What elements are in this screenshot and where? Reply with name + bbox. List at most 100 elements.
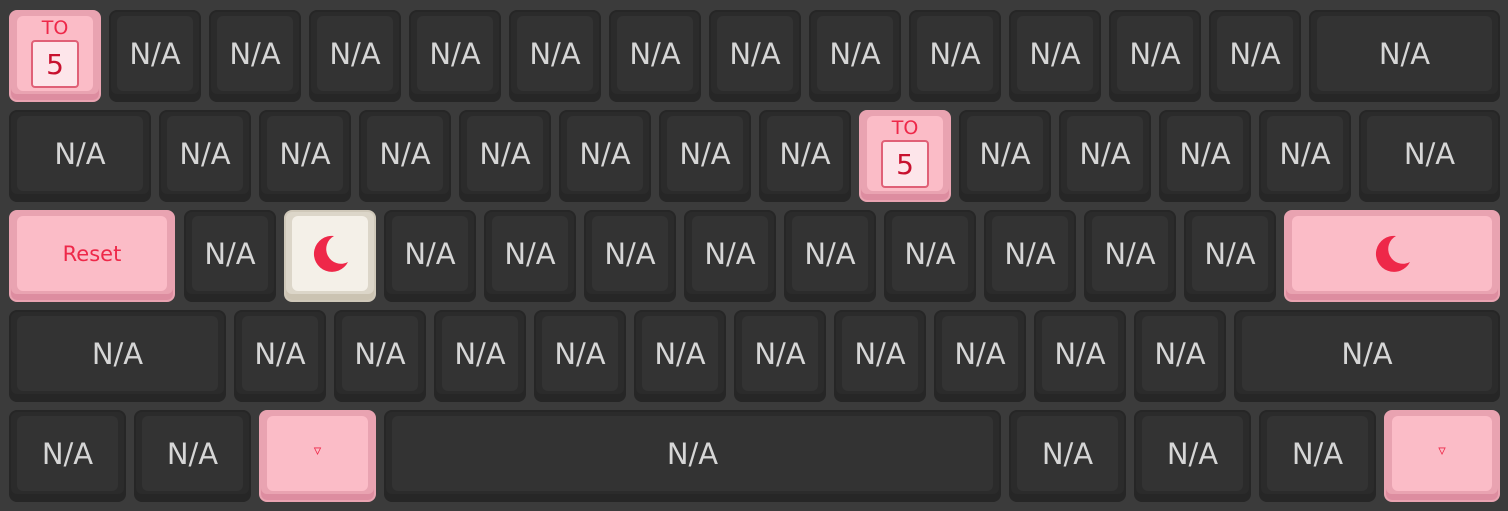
key[interactable]: N/A — [1259, 410, 1376, 502]
key-label: N/A — [229, 36, 281, 71]
key-label: N/A — [804, 236, 856, 271]
keyboard-layout: TO 5 N/A N/A N/A N/A N/A N/A N/A N/A N/A… — [0, 0, 1508, 511]
key-label: N/A — [179, 136, 231, 171]
key[interactable]: N/A — [784, 210, 876, 302]
key[interactable]: N/A — [684, 210, 776, 302]
key-label: N/A — [929, 36, 981, 71]
key[interactable]: N/A — [434, 310, 526, 402]
key-label: N/A — [404, 236, 456, 271]
key[interactable]: N/A — [1109, 10, 1201, 102]
transparent-key[interactable]: ▿ — [1384, 410, 1500, 502]
key[interactable]: N/A — [1009, 10, 1101, 102]
key[interactable]: N/A — [359, 110, 451, 202]
key[interactable]: N/A — [334, 310, 426, 402]
key-label: N/A — [1104, 236, 1156, 271]
key-label: N/A — [454, 336, 506, 371]
key[interactable]: N/A — [1184, 210, 1276, 302]
key-label: N/A — [91, 336, 144, 371]
key[interactable]: N/A — [109, 10, 201, 102]
key[interactable]: N/A — [584, 210, 676, 302]
key-label: N/A — [554, 336, 606, 371]
key[interactable]: N/A — [1134, 410, 1251, 502]
key[interactable]: N/A — [734, 310, 826, 402]
key-label: N/A — [41, 436, 94, 471]
key[interactable]: N/A — [9, 110, 151, 202]
key-label: N/A — [1341, 336, 1393, 371]
key[interactable]: N/A — [184, 210, 276, 302]
key-label: N/A — [654, 336, 706, 371]
reset-key[interactable]: Reset — [9, 210, 175, 302]
key[interactable]: N/A — [1234, 310, 1500, 402]
key[interactable]: N/A — [9, 310, 226, 402]
spacebar-key[interactable]: N/A — [384, 410, 1001, 502]
key-label: N/A — [666, 436, 719, 471]
sleep-key[interactable] — [284, 210, 376, 302]
key[interactable]: N/A — [609, 10, 701, 102]
key-label: N/A — [1154, 336, 1206, 371]
key[interactable]: N/A — [809, 10, 901, 102]
key-label: N/A — [279, 136, 331, 171]
key-label: N/A — [1029, 36, 1081, 71]
key[interactable]: N/A — [209, 10, 301, 102]
key-label: N/A — [1179, 136, 1231, 171]
key-label: N/A — [1004, 236, 1056, 271]
key-label: N/A — [379, 136, 431, 171]
key-to-layer-5[interactable]: TO 5 — [9, 10, 101, 102]
key[interactable]: N/A — [659, 110, 751, 202]
key[interactable]: N/A — [559, 110, 651, 202]
key[interactable]: N/A — [1134, 310, 1226, 402]
key-label: N/A — [529, 36, 581, 71]
key[interactable]: N/A — [309, 10, 401, 102]
key[interactable]: N/A — [459, 110, 551, 202]
key[interactable]: N/A — [1309, 10, 1500, 102]
to-label: TO — [891, 117, 919, 139]
key[interactable]: N/A — [1209, 10, 1301, 102]
key-label: N/A — [954, 336, 1006, 371]
key[interactable]: N/A — [409, 10, 501, 102]
key-label: N/A — [904, 236, 956, 271]
key[interactable]: N/A — [1084, 210, 1176, 302]
key[interactable]: N/A — [959, 110, 1051, 202]
sleep-key-wide[interactable] — [1284, 210, 1500, 302]
key-label: N/A — [479, 136, 531, 171]
key[interactable]: N/A — [1259, 110, 1351, 202]
key[interactable]: N/A — [1359, 110, 1500, 202]
key-label: N/A — [429, 36, 481, 71]
key[interactable]: N/A — [534, 310, 626, 402]
key[interactable]: N/A — [909, 10, 1001, 102]
key[interactable]: N/A — [134, 410, 251, 502]
key[interactable]: N/A — [484, 210, 576, 302]
key-label: N/A — [579, 136, 631, 171]
key[interactable]: N/A — [1034, 310, 1126, 402]
key[interactable]: N/A — [634, 310, 726, 402]
key-to-layer-5[interactable]: TO 5 — [859, 110, 951, 202]
key-label: N/A — [1079, 136, 1131, 171]
key[interactable]: N/A — [934, 310, 1026, 402]
key-label: N/A — [754, 336, 806, 371]
key[interactable]: N/A — [834, 310, 926, 402]
key[interactable]: N/A — [1009, 410, 1126, 502]
key[interactable]: N/A — [1059, 110, 1151, 202]
key-label: N/A — [1378, 36, 1431, 71]
key[interactable]: N/A — [759, 110, 851, 202]
key[interactable]: N/A — [709, 10, 801, 102]
key[interactable]: N/A — [159, 110, 251, 202]
key[interactable]: N/A — [384, 210, 476, 302]
key-label: N/A — [504, 236, 556, 271]
key[interactable]: N/A — [259, 110, 351, 202]
key[interactable]: N/A — [234, 310, 326, 402]
key-label: N/A — [829, 36, 881, 71]
key[interactable]: N/A — [884, 210, 976, 302]
key-label: N/A — [354, 336, 406, 371]
key-label: N/A — [54, 136, 106, 171]
key-label: N/A — [604, 236, 656, 271]
key[interactable]: N/A — [509, 10, 601, 102]
key-label: N/A — [1166, 436, 1219, 471]
key[interactable]: N/A — [984, 210, 1076, 302]
key[interactable]: N/A — [1159, 110, 1251, 202]
key-label: N/A — [1129, 36, 1181, 71]
moon-icon — [1375, 235, 1410, 272]
key[interactable]: N/A — [9, 410, 126, 502]
key-label: N/A — [854, 336, 906, 371]
transparent-key[interactable]: ▿ — [259, 410, 376, 502]
